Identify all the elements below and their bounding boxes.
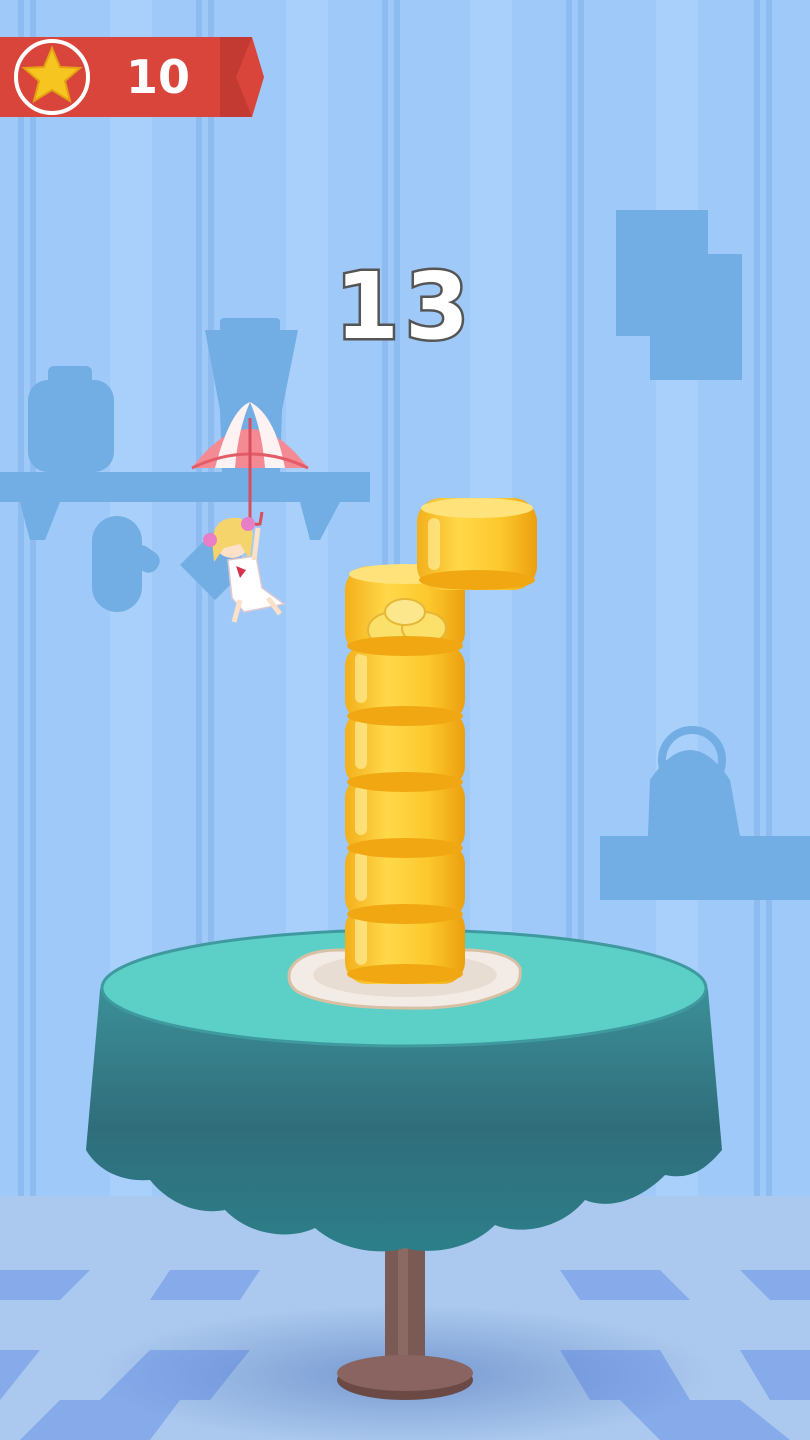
moving-jelly-block[interactable] bbox=[417, 498, 537, 590]
score-counter: 13 bbox=[332, 251, 476, 363]
game-scene[interactable] bbox=[0, 0, 810, 1440]
jelly-tower bbox=[345, 564, 465, 984]
star-count: 10 bbox=[126, 50, 191, 104]
jelly-layer bbox=[345, 644, 465, 726]
star-icon bbox=[21, 45, 83, 107]
